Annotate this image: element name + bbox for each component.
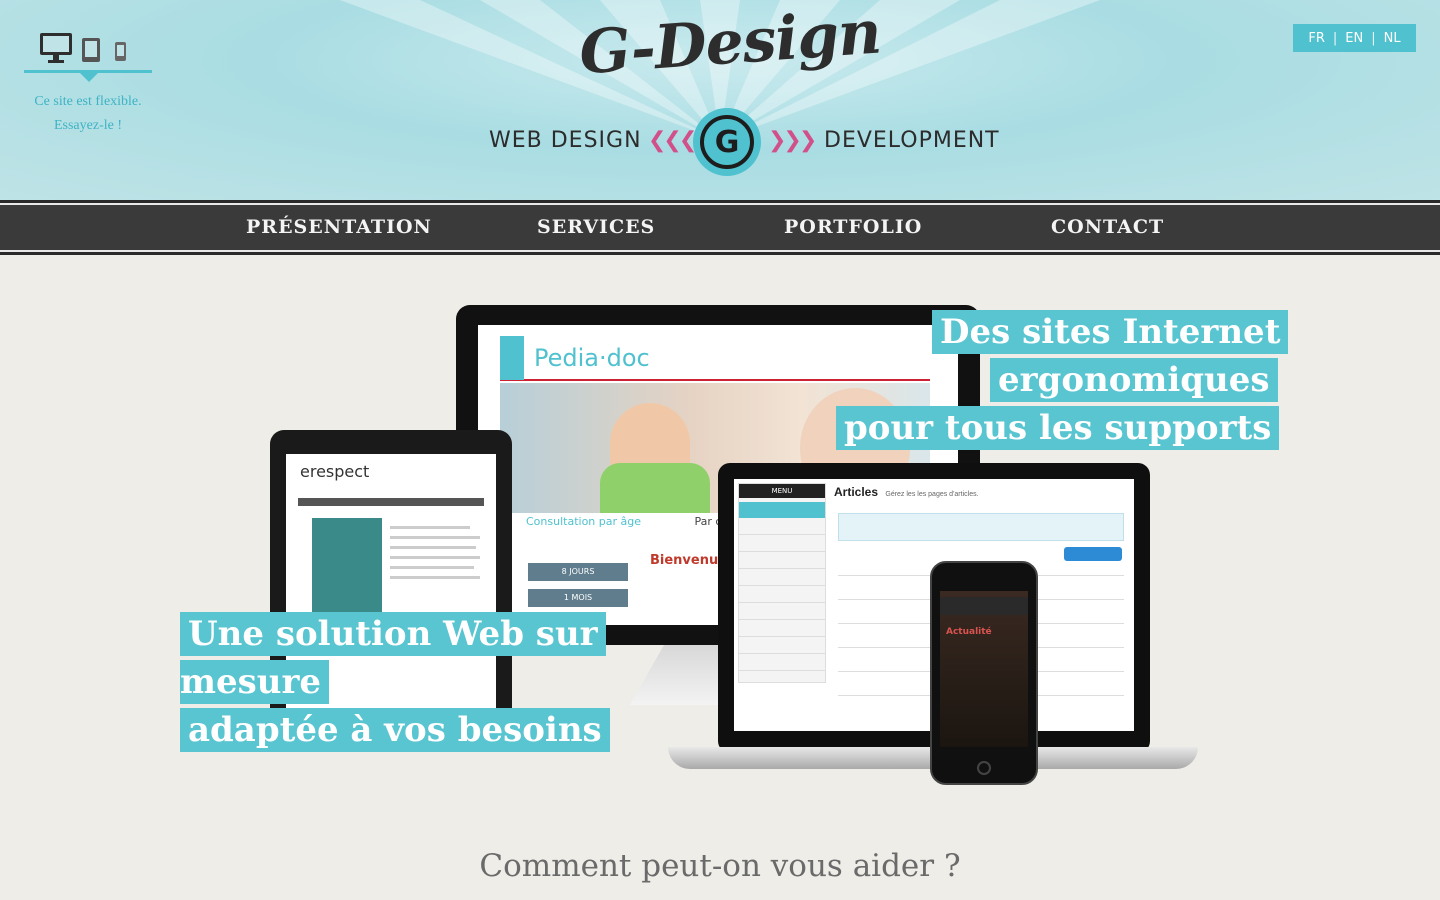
language-switcher: FR | EN | NL	[1293, 24, 1416, 52]
flex-note-line1: Ce site est flexible.	[34, 94, 142, 109]
device-icons	[40, 33, 126, 63]
phone-mockup: Actualité	[930, 561, 1038, 785]
tagline-web-design: WEB DESIGN	[489, 128, 642, 153]
tablet-icon	[82, 38, 100, 62]
desktop-icon	[40, 33, 72, 63]
headline-right-line3: pour tous les supports	[836, 406, 1280, 450]
nav-presentation[interactable]: PRÉSENTATION	[246, 203, 432, 252]
headline-right-line1: Des sites Internet	[932, 310, 1289, 354]
help-heading: Comment peut-on vous aider ?	[479, 848, 961, 884]
headline-right-line2: ergonomiques	[990, 358, 1278, 402]
main-navigation: PRÉSENTATION SERVICES PORTFOLIO CONTACT	[0, 200, 1440, 255]
admin-menu: MENU	[738, 483, 826, 683]
headline-left-line2: mesure	[180, 660, 330, 704]
chevrons-right-icon: ❯❯❯	[768, 128, 817, 153]
flex-note-line2: Essayez-le !	[53, 118, 123, 133]
lang-en[interactable]: EN	[1345, 31, 1363, 46]
nav-portfolio[interactable]: PORTFOLIO	[784, 203, 922, 252]
nav-services[interactable]: SERVICES	[537, 203, 655, 252]
pediadoc-btn-1-mois: 1 MOIS	[528, 589, 628, 607]
nav-contact[interactable]: CONTACT	[1051, 203, 1164, 252]
tagline-development: DEVELOPMENT	[824, 128, 1000, 153]
phone-screen: Actualité	[940, 591, 1028, 747]
phone-icon	[115, 42, 126, 61]
phone-title: Actualité	[946, 627, 992, 637]
pediadoc-header: Pedia·doc	[500, 336, 930, 381]
pediadoc-welcome: Bienvenue	[650, 553, 728, 568]
admin-title: Articles Gérez les les pages d'articles.	[834, 485, 979, 499]
headline-left-line3: adaptée à vos besoins	[180, 708, 610, 752]
emblem-logo: G	[693, 108, 761, 176]
chevrons-left-icon: ❮❮❮	[648, 128, 697, 153]
lang-fr[interactable]: FR	[1308, 31, 1325, 46]
erespect-logo: erespect	[300, 462, 370, 481]
pediadoc-logo: Pedia·doc	[534, 344, 650, 372]
flexible-site-note: Ce site est flexible. Essayez-le !	[22, 90, 154, 138]
responsive-devices-widget: Ce site est flexible. Essayez-le !	[22, 30, 152, 133]
site-header: Ce site est flexible. Essayez-le ! FR | …	[0, 0, 1440, 200]
lang-nl[interactable]: NL	[1384, 31, 1401, 46]
pediadoc-btn-8-jours: 8 JOURS	[528, 563, 628, 581]
headline-left-line1: Une solution Web sur	[180, 612, 606, 656]
